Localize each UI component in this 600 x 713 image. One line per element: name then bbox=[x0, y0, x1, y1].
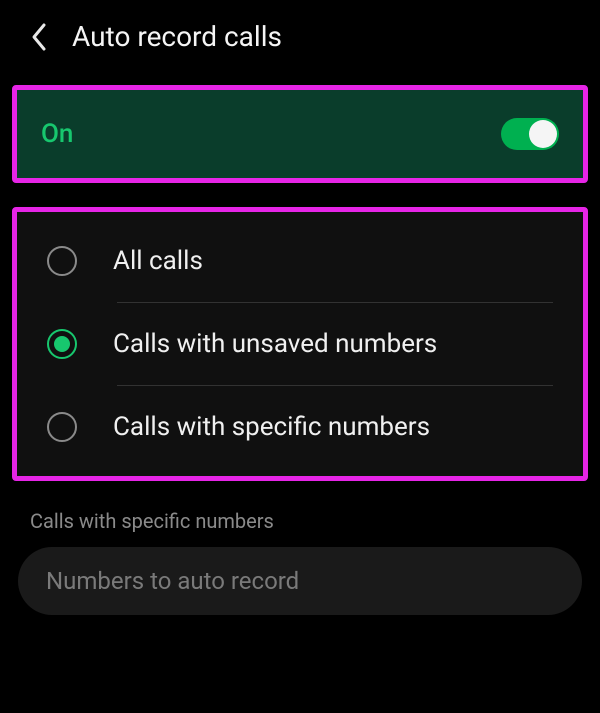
numbers-input[interactable]: Numbers to auto record bbox=[18, 547, 582, 615]
option-unsaved-numbers[interactable]: Calls with unsaved numbers bbox=[17, 303, 583, 385]
master-toggle-panel[interactable]: On bbox=[12, 85, 588, 183]
radio-icon bbox=[47, 412, 77, 442]
header-bar: Auto record calls bbox=[0, 0, 600, 77]
option-all-calls[interactable]: All calls bbox=[17, 220, 583, 302]
record-mode-options: All calls Calls with unsaved numbers Cal… bbox=[12, 207, 588, 481]
toggle-switch[interactable] bbox=[501, 118, 559, 150]
radio-selected-icon bbox=[47, 329, 77, 359]
toggle-knob-icon bbox=[529, 120, 557, 148]
numbers-input-placeholder: Numbers to auto record bbox=[46, 567, 299, 595]
option-label: All calls bbox=[113, 246, 203, 276]
radio-icon bbox=[47, 246, 77, 276]
back-icon[interactable] bbox=[30, 22, 48, 52]
option-label: Calls with unsaved numbers bbox=[113, 329, 437, 359]
option-specific-numbers[interactable]: Calls with specific numbers bbox=[17, 386, 583, 468]
toggle-state-label: On bbox=[41, 119, 73, 149]
specific-numbers-heading: Calls with specific numbers bbox=[30, 509, 570, 533]
option-label: Calls with specific numbers bbox=[113, 412, 430, 442]
page-title: Auto record calls bbox=[72, 20, 282, 53]
